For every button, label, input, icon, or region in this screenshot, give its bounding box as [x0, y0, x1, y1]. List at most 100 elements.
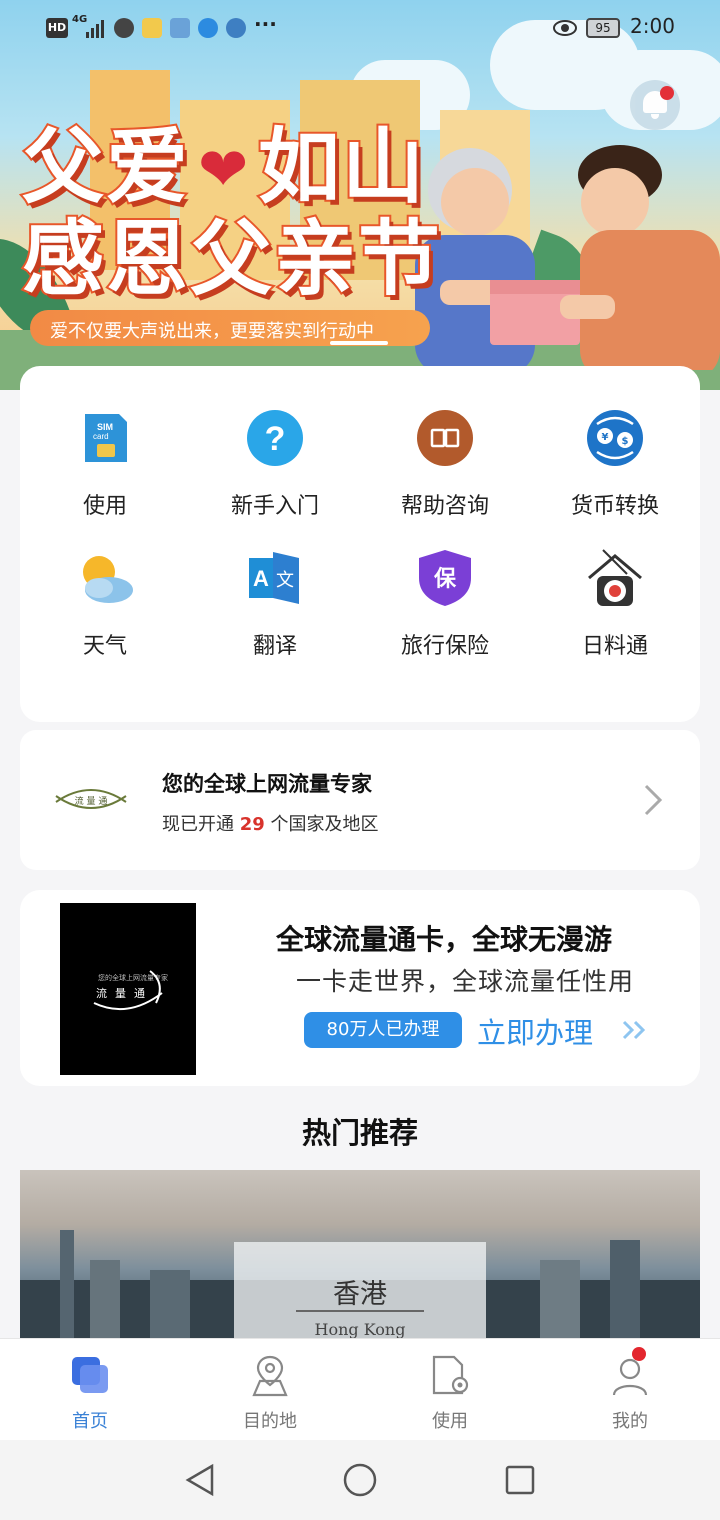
status-time: 2:00 [630, 14, 675, 38]
heart-icon: ❤ [198, 135, 249, 205]
wechat-icon [114, 18, 134, 38]
document-gear-icon [432, 1355, 469, 1395]
tab-usage[interactable]: 使用 [360, 1339, 540, 1441]
quick-actions-grid: SIM card 使用 ? 新手入门 帮助咨询 ¥ $ 货币转换 天气 A 文 … [20, 366, 700, 722]
svg-text:card: card [93, 432, 109, 441]
app-icon-chart [170, 18, 190, 38]
tab-label: 使用 [432, 1411, 468, 1432]
svg-text:¥: ¥ [602, 432, 609, 443]
grid-label: 新手入门 [230, 494, 319, 519]
system-navigation-bar [0, 1440, 720, 1520]
question-icon: ? [247, 410, 303, 466]
father-son-illustration [415, 145, 720, 370]
tab-label: 我的 [612, 1411, 648, 1432]
logo-swoosh-icon [93, 970, 163, 1010]
bell-clapper [651, 114, 659, 119]
ad-image: 您的全球上网流量专家 流量通 [60, 903, 196, 1075]
hero-banner[interactable]: 父爱 ❤ 如山 感恩父亲节 爱不仅要大声说出来，更要落实到行动中 HD 4G ·… [0, 0, 720, 390]
banner-title-line2: 感恩父亲节 [20, 210, 443, 309]
carousel-indicator [330, 341, 388, 345]
translate-icon: A 文 [249, 552, 299, 604]
home-circle-icon[interactable] [342, 1462, 378, 1498]
currency-exchange-icon: ¥ $ [587, 410, 643, 466]
bottom-tab-bar: 首页 目的地 使用 我的 [0, 1338, 720, 1441]
grid-label: 日料通 [581, 634, 648, 659]
tab-label: 首页 [72, 1411, 108, 1432]
destination-name-en: Hong Kong [314, 1320, 406, 1339]
weather-icon [83, 556, 133, 603]
home-icon [72, 1357, 108, 1393]
grid-label: 货币转换 [570, 494, 659, 519]
insurance-shield-icon: 保 [419, 550, 471, 606]
double-chevron-right-icon [622, 1020, 646, 1040]
app-icon-cup [142, 18, 162, 38]
recent-apps-icon[interactable] [504, 1464, 536, 1496]
notification-dot [660, 86, 674, 100]
apply-now-link[interactable]: 立即办理 [477, 1010, 593, 1052]
destination-name: 香港 [333, 1279, 387, 1310]
grid-item-weather[interactable]: 天气 [20, 548, 190, 678]
tower-shape [60, 1230, 74, 1350]
grid-label: 帮助咨询 [400, 494, 489, 519]
svg-text:流 量 通: 流 量 通 [75, 795, 108, 807]
profile-notification-dot [632, 1347, 646, 1361]
banner-title-part1: 父爱 [20, 118, 191, 217]
grid-label: 使用 [82, 494, 127, 519]
tab-home[interactable]: 首页 [0, 1339, 180, 1441]
book-icon [417, 410, 473, 466]
coverage-promo-card[interactable]: 流 量 通 您的全球上网流量专家 现已开通 29 个国家及地区 [20, 730, 700, 870]
tab-profile[interactable]: 我的 [540, 1339, 720, 1441]
grid-label: 天气 [82, 634, 127, 659]
tower-shape [90, 1260, 120, 1350]
promo-title: 您的全球上网流量专家 [162, 772, 372, 796]
country-count: 29 [239, 814, 265, 835]
app-icon-link [226, 18, 246, 38]
section-title-hot: 热门推荐 [301, 1116, 418, 1150]
grid-item-help[interactable]: 帮助咨询 [360, 408, 530, 538]
grid-label: 翻译 [252, 634, 297, 659]
eye-icon [553, 20, 577, 36]
svg-text:文: 文 [276, 570, 294, 591]
grid-item-currency[interactable]: ¥ $ 货币转换 [530, 408, 700, 538]
signal-icon [86, 20, 104, 38]
grid-item-insurance[interactable]: 保 旅行保险 [360, 548, 530, 678]
tab-destination[interactable]: 目的地 [180, 1339, 360, 1441]
sim-card-icon: SIM card [85, 414, 127, 462]
sim-card-ad[interactable]: 您的全球上网流量专家 流量通 全球流量通卡，全球无漫游 一卡走世界，全球流量任性… [20, 890, 700, 1086]
svg-text:?: ? [265, 420, 286, 458]
svg-text:SIM: SIM [97, 422, 113, 432]
svg-text:$: $ [622, 436, 629, 447]
tab-label: 目的地 [243, 1411, 297, 1432]
grid-item-beginner[interactable]: ? 新手入门 [190, 408, 360, 538]
divider [296, 1310, 424, 1312]
tower-shape [540, 1260, 580, 1350]
grid-label: 旅行保险 [400, 634, 489, 659]
battery-icon: 95 [586, 18, 620, 38]
app-icon-circle [198, 18, 218, 38]
grid-item-usage[interactable]: SIM card 使用 [20, 408, 190, 538]
ad-subtitle: 一卡走世界，全球流量任性用 [296, 967, 635, 996]
brand-logo: 流 量 通 [55, 789, 127, 809]
ad-title: 全球流量通卡，全球无漫游 [276, 923, 613, 956]
more-dots-icon: ··· [254, 12, 277, 36]
users-count-badge: 80万人已办理 [304, 1012, 462, 1048]
hd-icon: HD [46, 18, 68, 38]
destination-label-box: 香港 Hong Kong [234, 1242, 486, 1350]
map-pin-icon [252, 1355, 288, 1397]
destination-card-hongkong[interactable]: 香港 Hong Kong [20, 1170, 700, 1350]
grid-item-translate[interactable]: A 文 翻译 [190, 548, 360, 678]
banner-subtitle: 爱不仅要大声说出来，更要落实到行动中 [50, 321, 374, 342]
back-icon[interactable] [184, 1462, 216, 1498]
network-type: 4G [72, 14, 88, 25]
svg-text:A: A [253, 566, 269, 591]
promo-sub-prefix: 现已开通 [162, 814, 234, 835]
tower-shape [610, 1240, 640, 1350]
grid-item-japanese-food[interactable]: 日料通 [530, 548, 700, 678]
promo-sub-suffix: 个国家及地区 [270, 814, 379, 835]
chevron-right-icon [644, 784, 663, 816]
notification-bell-button[interactable] [630, 80, 680, 130]
svg-text:保: 保 [433, 567, 457, 592]
banner-title-part2: 如山 [256, 118, 427, 217]
sushi-icon [588, 549, 642, 606]
promo-subtitle: 现已开通 29 个国家及地区 [162, 810, 379, 836]
